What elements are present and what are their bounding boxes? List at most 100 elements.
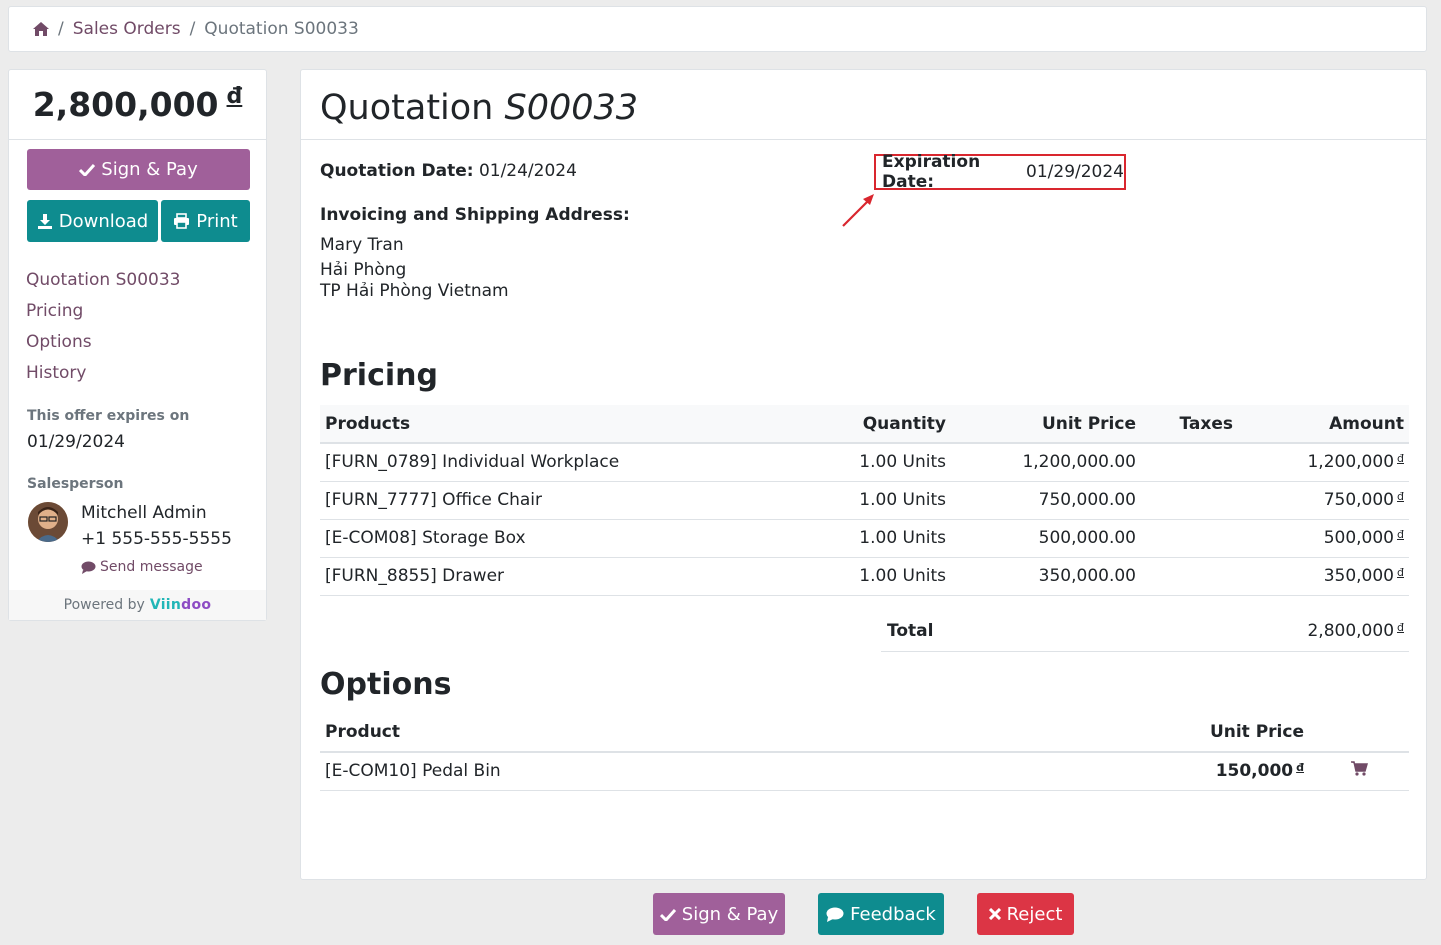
unit-price-cell: 1,200,000.00 [951,443,1141,482]
title-prefix: Quotation [320,88,494,128]
quotation-date: Quotation Date: 01/24/2024 [320,161,577,181]
salesperson-label: Salesperson [27,476,124,492]
address-name: Mary Tran [320,235,404,255]
sign-pay-label: Sign & Pay [101,159,198,180]
close-icon [988,908,1001,920]
product-cell: [E-COM08] Storage Box [320,519,790,558]
amount-cell: 750,000 đ [1238,481,1409,520]
table-row: [FURN_0789] Individual Workplace 1.00 Un… [320,443,1409,482]
unit-price-cell: 750,000.00 [951,481,1141,520]
download-button[interactable]: Download [27,200,158,242]
quotation-date-label: Quotation Date: [320,161,474,181]
address-label: Invoicing and Shipping Address: [320,205,630,225]
table-row: [FURN_8855] Drawer 1.00 Units 350,000.00… [320,557,1409,596]
product-cell: [FURN_7777] Office Chair [320,481,790,520]
table-header-row: Products Quantity Unit Price Taxes Amoun… [320,405,1409,444]
table-row: [E-COM08] Storage Box 1.00 Units 500,000… [320,519,1409,558]
table-header-row: Product Unit Price [320,713,1409,753]
amount-cell: 1,200,000 đ [1238,443,1409,482]
sidebar-nav-pricing[interactable]: Pricing [26,296,180,327]
powered-by-label: Powered by [63,597,145,613]
address-country: TP Hải Phòng Vietnam [320,281,509,301]
col-products: Products [320,405,790,444]
amount-value: 500,000 [1323,528,1395,548]
quantity-cell: 1.00 Units [790,519,951,558]
send-message-link[interactable]: Send message [81,559,203,575]
cart-icon[interactable] [1350,761,1368,781]
breadcrumb-separator: / [189,19,196,39]
quantity-cell: 1.00 Units [790,557,951,596]
expires-value: 01/29/2024 [27,432,125,452]
feedback-button[interactable]: Feedback [818,893,944,935]
quantity-cell: 1.00 Units [790,443,951,482]
unit-price-cell: 500,000.00 [951,519,1141,558]
salesperson-name: Mitchell Admin [81,503,207,523]
title-number: S00033 [504,88,639,128]
sidebar-total-amount: 2,800,000 [32,85,219,124]
taxes-cell [1141,481,1238,520]
taxes-cell [1141,557,1238,596]
powered-by: Powered by Viindoo [9,590,266,620]
amount-value: 1,200,000 [1307,452,1395,473]
brand-main: Viin [149,597,182,613]
option-product-cell: [E-COM10] Pedal Bin [320,752,1120,791]
expires-label: This offer expires on [27,408,190,424]
total-label: Total [887,621,934,641]
col-unit-price: Unit Price [1120,713,1309,753]
taxes-cell [1141,519,1238,558]
total-value: 2,800,000 [1307,621,1395,641]
currency-symbol: đ [1296,761,1304,775]
avatar [28,502,68,542]
col-quantity: Quantity [790,405,951,444]
brand-logo[interactable]: Viindoo [150,597,212,613]
col-unit-price: Unit Price [951,405,1141,444]
product-cell: [FURN_0789] Individual Workplace [320,443,790,482]
unit-price-cell: 350,000.00 [951,557,1141,596]
col-product: Product [320,713,1120,753]
download-icon [37,214,52,229]
amount-cell: 350,000 đ [1238,557,1409,596]
option-price-cell: 150,000 đ [1120,752,1309,791]
brand-tail: doo [181,597,212,613]
currency-symbol: đ [1397,621,1404,634]
currency-symbol: đ [1397,490,1404,503]
expiration-date-label: Expiration Date: [882,152,981,192]
currency-symbol: đ [1397,452,1404,466]
sign-pay-button[interactable]: Sign & Pay [653,893,785,935]
main-content: Quotation S00033 Quotation Date: 01/24/2… [300,69,1427,880]
col-action [1309,713,1409,753]
divider [301,139,1426,140]
product-cell: [FURN_8855] Drawer [320,557,790,596]
amount-value: 750,000 [1323,490,1395,510]
currency-symbol: đ [1397,528,1404,541]
reject-label: Reject [1006,903,1063,925]
option-price-value: 150,000 [1215,761,1294,782]
sidebar: 2,800,000 đ Sign & Pay Download Print Qu… [8,69,267,621]
sidebar-sign-pay-button[interactable]: Sign & Pay [27,149,250,190]
check-icon [79,163,96,176]
currency-symbol: đ [226,84,243,109]
reject-button[interactable]: Reject [977,893,1074,935]
sidebar-nav-history[interactable]: History [26,358,180,389]
quotation-date-value: 01/24/2024 [478,161,577,181]
download-label: Download [58,210,149,232]
table-row: [FURN_7777] Office Chair 1.00 Units 750,… [320,481,1409,520]
sidebar-nav-quotation[interactable]: Quotation S00033 [26,265,180,296]
currency-symbol: đ [1397,566,1404,579]
print-label: Print [196,210,238,232]
breadcrumb-sales-orders[interactable]: Sales Orders [73,19,181,39]
expiration-date-highlight: Expiration Date: 01/29/2024 [874,152,1126,192]
sign-pay-label: Sign & Pay [681,903,779,925]
print-button[interactable]: Print [161,200,250,242]
expiration-date-value: 01/29/2024 [1026,162,1124,182]
taxes-cell [1141,443,1238,482]
comment-icon [826,907,844,922]
breadcrumb-current: Quotation S00033 [204,19,359,39]
send-message-label: Send message [100,559,203,575]
quantity-cell: 1.00 Units [790,481,951,520]
options-title: Options [320,667,452,702]
total-value-wrap: 2,800,000 đ [1307,621,1404,641]
sidebar-nav-options[interactable]: Options [26,327,180,358]
check-icon [659,908,676,921]
home-icon[interactable] [33,22,49,36]
